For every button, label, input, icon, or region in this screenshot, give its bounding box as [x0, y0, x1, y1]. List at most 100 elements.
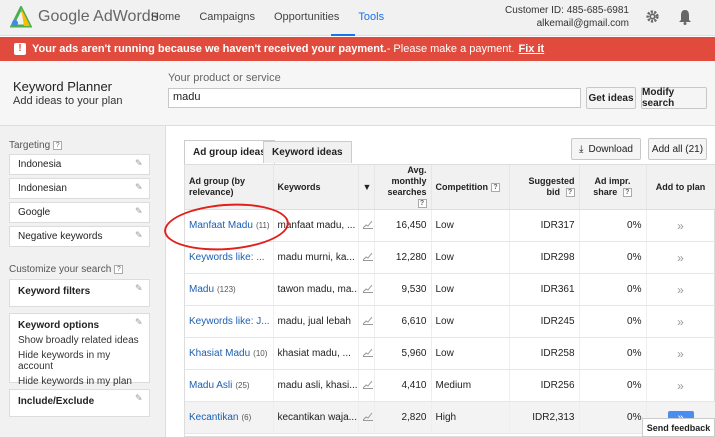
- add-cell[interactable]: »: [646, 209, 715, 242]
- bell-icon[interactable]: [678, 9, 692, 25]
- ad-group-link[interactable]: Kecantikan: [189, 412, 238, 423]
- help-icon[interactable]: ?: [491, 182, 500, 192]
- nav-tools[interactable]: Tools: [358, 11, 384, 23]
- table-row: Madu Asli (25) madu asli, khasi... 4,410 Med…: [185, 369, 715, 402]
- keywords-cell[interactable]: madu asli, khasi...: [273, 369, 359, 402]
- add-cell[interactable]: »: [646, 337, 715, 370]
- send-feedback-button[interactable]: Send feedback: [642, 418, 715, 437]
- trend-icon: [362, 284, 373, 293]
- competition-cell: Low: [431, 337, 510, 370]
- add-to-plan-button[interactable]: »: [677, 347, 684, 361]
- col-searches[interactable]: Avg. monthly searches ?: [374, 165, 432, 210]
- ad-group-cell[interactable]: Keywords like: J...: [185, 305, 274, 338]
- help-icon[interactable]: ?: [417, 199, 427, 209]
- keyword-filters-label: Keyword filters: [18, 286, 91, 297]
- col-competition[interactable]: Competition?: [431, 165, 510, 210]
- ad-group-cell[interactable]: Khasiat Madu (10): [185, 337, 274, 370]
- ad-group-link[interactable]: Madu Asli: [189, 380, 232, 391]
- pencil-icon[interactable]: ✎: [135, 394, 144, 403]
- pencil-icon[interactable]: ✎: [135, 284, 144, 293]
- add-to-plan-button[interactable]: »: [677, 283, 684, 297]
- tab-ad-group-ideas[interactable]: Ad group ideas: [184, 140, 275, 164]
- include-exclude[interactable]: Include/Exclude ✎: [9, 389, 150, 417]
- account-email: alkemail@gmail.com: [536, 18, 629, 29]
- keywords-cell[interactable]: tawon madu, ma...: [273, 273, 359, 306]
- pencil-icon[interactable]: ✎: [135, 318, 144, 327]
- add-to-plan-button[interactable]: »: [677, 315, 684, 329]
- keyword-filters[interactable]: Keyword filters ✎: [9, 279, 150, 307]
- searches-cell: 5,960: [374, 337, 432, 370]
- trend-chart-icon[interactable]: [358, 273, 375, 306]
- sort-arrow-icon[interactable]: ▼: [358, 165, 375, 210]
- keyword-options[interactable]: Keyword options Show broadly related ide…: [9, 313, 150, 387]
- pencil-icon[interactable]: ✎: [135, 231, 144, 240]
- add-cell[interactable]: »: [646, 241, 715, 274]
- share-cell: 0%: [579, 209, 647, 242]
- searches-cell: 12,280: [374, 241, 432, 274]
- add-cell[interactable]: »: [646, 369, 715, 402]
- get-ideas-button[interactable]: Get ideas: [586, 87, 636, 109]
- searches-cell: 16,450: [374, 209, 432, 242]
- add-to-plan-button[interactable]: »: [677, 379, 684, 393]
- add-cell[interactable]: »: [646, 273, 715, 306]
- ad-group-link[interactable]: Keywords like: J...: [189, 316, 270, 327]
- keyword-count: (25): [235, 381, 250, 390]
- targeting-network[interactable]: Google ✎: [9, 202, 150, 223]
- trend-chart-icon[interactable]: [358, 209, 375, 242]
- modify-search-button[interactable]: Modify search: [641, 87, 707, 109]
- pencil-icon[interactable]: ✎: [135, 183, 144, 192]
- trend-chart-icon[interactable]: [358, 369, 375, 402]
- planner-header: Keyword Planner Add ideas to your plan Y…: [0, 61, 715, 126]
- ad-group-cell[interactable]: Madu (123): [185, 273, 274, 306]
- targeting-location[interactable]: Indonesia ✎: [9, 154, 150, 175]
- add-cell[interactable]: »: [646, 305, 715, 338]
- targeting-negative-keywords[interactable]: Negative keywords ✎: [9, 226, 150, 247]
- keywords-cell[interactable]: kecantikan waja...: [273, 401, 359, 434]
- ad-group-cell[interactable]: Kecantikan (6): [185, 401, 274, 434]
- download-button[interactable]: ⤓ Download: [571, 138, 641, 160]
- bid-cell: IDR361: [509, 273, 580, 306]
- add-to-plan-button[interactable]: »: [677, 251, 684, 265]
- bid-cell: IDR245: [509, 305, 580, 338]
- help-icon[interactable]: ?: [53, 140, 63, 150]
- account-info[interactable]: Customer ID: 485-685-6981 alkemail@gmail…: [505, 4, 629, 30]
- trend-chart-icon[interactable]: [358, 401, 375, 434]
- include-exclude-label: Include/Exclude: [18, 396, 95, 407]
- adwords-logo[interactable]: Google AdWords: [10, 6, 159, 28]
- col-ad-impr-share[interactable]: Ad impr. share ?: [579, 165, 647, 210]
- pencil-icon[interactable]: ✎: [135, 207, 144, 216]
- ad-group-link[interactable]: Khasiat Madu: [189, 348, 250, 359]
- keywords-cell[interactable]: madu murni, ka...: [273, 241, 359, 274]
- help-icon[interactable]: ?: [622, 188, 632, 198]
- add-all-button[interactable]: Add all (21): [648, 138, 707, 160]
- alert-bold-text: Your ads aren't running because we haven…: [32, 43, 387, 55]
- fix-it-link[interactable]: Fix it: [519, 43, 545, 55]
- competition-cell: Low: [431, 209, 510, 242]
- pencil-icon[interactable]: ✎: [135, 159, 144, 168]
- searches-cell: 6,610: [374, 305, 432, 338]
- ad-group-link[interactable]: Keywords like: ...: [189, 252, 265, 263]
- nav-home[interactable]: Home: [151, 11, 180, 23]
- sidebar: Targeting? Indonesia ✎ Indonesian ✎ Google…: [0, 126, 166, 437]
- share-cell: 0%: [579, 401, 647, 434]
- col-suggested-bid[interactable]: Suggested bid ?: [509, 165, 580, 210]
- ad-group-cell[interactable]: Madu Asli (25): [185, 369, 274, 402]
- keywords-cell[interactable]: madu, jual lebah: [273, 305, 359, 338]
- help-icon[interactable]: ?: [565, 188, 575, 198]
- add-to-plan-button[interactable]: »: [677, 219, 684, 233]
- ad-group-link[interactable]: Madu: [189, 284, 214, 295]
- gear-icon[interactable]: [645, 9, 660, 24]
- trend-chart-icon[interactable]: [358, 305, 375, 338]
- tab-keyword-ideas[interactable]: Keyword ideas: [263, 141, 352, 163]
- share-cell: 0%: [579, 369, 647, 402]
- nav-campaigns[interactable]: Campaigns: [199, 11, 255, 23]
- nav-opportunities[interactable]: Opportunities: [274, 11, 339, 23]
- product-input[interactable]: madu: [168, 88, 581, 108]
- help-icon[interactable]: ?: [114, 264, 124, 274]
- trend-chart-icon[interactable]: [358, 241, 375, 274]
- payment-alert: ! Your ads aren't running because we hav…: [0, 37, 715, 61]
- keywords-cell[interactable]: khasiat madu, ...: [273, 337, 359, 370]
- trend-chart-icon[interactable]: [358, 337, 375, 370]
- competition-cell: Medium: [431, 369, 510, 402]
- targeting-language[interactable]: Indonesian ✎: [9, 178, 150, 199]
